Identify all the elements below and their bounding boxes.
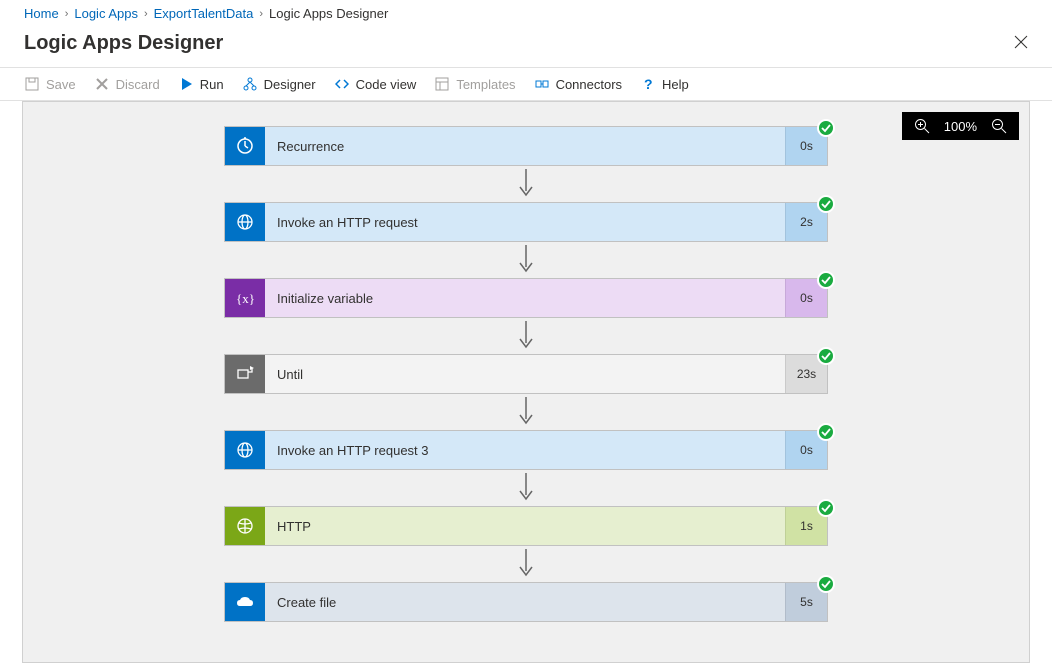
run-icon — [178, 76, 194, 92]
code-view-button[interactable]: Code view — [334, 76, 417, 92]
step-label: HTTP — [265, 507, 785, 545]
templates-label: Templates — [456, 77, 515, 92]
connector-arrow-icon — [518, 318, 534, 354]
discard-icon — [94, 76, 110, 92]
loop-icon — [225, 355, 265, 393]
run-button[interactable]: Run — [178, 76, 224, 92]
zoom-in-icon — [914, 118, 930, 134]
run-label: Run — [200, 77, 224, 92]
breadcrumb-export-talent-data[interactable]: ExportTalentData — [154, 6, 254, 21]
designer-button[interactable]: Designer — [242, 76, 316, 92]
zoom-out-button[interactable] — [991, 118, 1007, 134]
zoom-out-icon — [991, 118, 1007, 134]
globe-icon — [225, 203, 265, 241]
connector-arrow-icon — [518, 242, 534, 278]
save-icon — [24, 76, 40, 92]
workflow-step[interactable]: Invoke an HTTP request 30s — [224, 430, 828, 470]
title-bar: Logic Apps Designer — [0, 28, 1052, 67]
svg-text:?: ? — [644, 77, 653, 91]
page-title: Logic Apps Designer — [24, 32, 223, 55]
designer-canvas[interactable]: 100% Recurrence0s Invoke an HTTP request2… — [22, 101, 1030, 663]
designer-icon — [242, 76, 258, 92]
status-success-icon — [817, 271, 835, 289]
step-label: Invoke an HTTP request 3 — [265, 431, 785, 469]
breadcrumb-logic-apps[interactable]: Logic Apps — [74, 6, 138, 21]
breadcrumb-home[interactable]: Home — [24, 6, 59, 21]
zoom-control: 100% — [902, 112, 1019, 140]
step-label: Until — [265, 355, 785, 393]
onedrive-icon — [225, 583, 265, 621]
status-success-icon — [817, 423, 835, 441]
status-success-icon — [817, 119, 835, 137]
globe-icon — [225, 431, 265, 469]
connector-arrow-icon — [518, 166, 534, 202]
connector-arrow-icon — [518, 546, 534, 582]
step-label: Recurrence — [265, 127, 785, 165]
close-button[interactable] — [1014, 33, 1028, 54]
workflow-flow: Recurrence0s Invoke an HTTP request2s {x} I… — [23, 102, 1029, 622]
help-icon: ? — [640, 76, 656, 92]
workflow-step[interactable]: HTTP1s — [224, 506, 828, 546]
save-label: Save — [46, 77, 76, 92]
variable-icon: {x} — [225, 279, 265, 317]
svg-text:{x}: {x} — [236, 291, 255, 306]
connector-arrow-icon — [518, 470, 534, 506]
templates-icon — [434, 76, 450, 92]
templates-button[interactable]: Templates — [434, 76, 515, 92]
chevron-right-icon: › — [65, 8, 69, 20]
help-label: Help — [662, 77, 689, 92]
close-icon — [1014, 35, 1028, 49]
help-button[interactable]: ? Help — [640, 76, 689, 92]
zoom-level: 100% — [944, 119, 977, 134]
chevron-right-icon: › — [259, 8, 263, 20]
zoom-in-button[interactable] — [914, 118, 930, 134]
status-success-icon — [817, 499, 835, 517]
code-view-label: Code view — [356, 77, 417, 92]
step-label: Create file — [265, 583, 785, 621]
workflow-step[interactable]: {x}Initialize variable0s — [224, 278, 828, 318]
connectors-label: Connectors — [556, 77, 622, 92]
status-success-icon — [817, 575, 835, 593]
clock-icon — [225, 127, 265, 165]
workflow-step[interactable]: Until23s — [224, 354, 828, 394]
status-success-icon — [817, 195, 835, 213]
http-icon — [225, 507, 265, 545]
breadcrumb-current: Logic Apps Designer — [269, 6, 388, 21]
code-view-icon — [334, 76, 350, 92]
save-button[interactable]: Save — [24, 76, 76, 92]
toolbar: Save Discard Run Designer Code view Temp… — [0, 67, 1052, 101]
connector-arrow-icon — [518, 394, 534, 430]
workflow-step[interactable]: Invoke an HTTP request2s — [224, 202, 828, 242]
status-success-icon — [817, 347, 835, 365]
connectors-icon — [534, 76, 550, 92]
discard-label: Discard — [116, 77, 160, 92]
chevron-right-icon: › — [144, 8, 148, 20]
designer-label: Designer — [264, 77, 316, 92]
breadcrumb: Home › Logic Apps › ExportTalentData › L… — [0, 0, 1052, 28]
workflow-step[interactable]: Create file5s — [224, 582, 828, 622]
discard-button[interactable]: Discard — [94, 76, 160, 92]
workflow-step[interactable]: Recurrence0s — [224, 126, 828, 166]
step-label: Initialize variable — [265, 279, 785, 317]
step-label: Invoke an HTTP request — [265, 203, 785, 241]
connectors-button[interactable]: Connectors — [534, 76, 622, 92]
